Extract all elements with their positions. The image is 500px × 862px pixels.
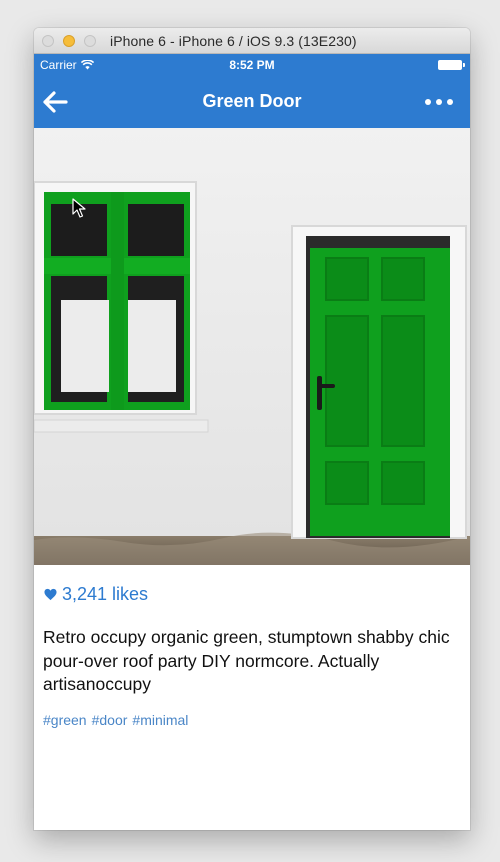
more-options-button[interactable] bbox=[422, 94, 456, 110]
heart-icon bbox=[44, 588, 57, 601]
mouse-cursor-icon bbox=[72, 198, 86, 218]
window-title: iPhone 6 - iPhone 6 / iOS 9.3 (13E230) bbox=[110, 33, 357, 49]
likes-button[interactable]: 3,241 likes bbox=[44, 584, 148, 605]
post-photo[interactable] bbox=[34, 128, 470, 565]
simulator-window: iPhone 6 - iPhone 6 / iOS 9.3 (13E230) C… bbox=[34, 28, 470, 830]
more-dot bbox=[447, 99, 453, 105]
minimize-window-button[interactable] bbox=[63, 35, 75, 47]
hashtag-link[interactable]: #door bbox=[92, 712, 128, 728]
likes-count: 3,241 likes bbox=[62, 584, 149, 604]
window-titlebar: iPhone 6 - iPhone 6 / iOS 9.3 (13E230) bbox=[34, 28, 470, 54]
battery-icon bbox=[438, 60, 465, 70]
navigation-bar: Green Door bbox=[34, 76, 470, 128]
hashtag-list: #green #door #minimal bbox=[43, 712, 188, 728]
post-caption: Retro occupy organic green, stumptown sh… bbox=[43, 627, 450, 694]
status-time: 8:52 PM bbox=[229, 58, 275, 72]
status-bar: Carrier 8:52 PM bbox=[34, 54, 470, 76]
nav-title: Green Door bbox=[202, 91, 302, 111]
close-window-button[interactable] bbox=[42, 35, 54, 47]
more-dot bbox=[436, 99, 442, 105]
maximize-window-button[interactable] bbox=[84, 35, 96, 47]
more-dots-icon bbox=[425, 99, 431, 105]
hashtag-link[interactable]: #green bbox=[43, 712, 87, 728]
hashtag-link[interactable]: #minimal bbox=[132, 712, 188, 728]
